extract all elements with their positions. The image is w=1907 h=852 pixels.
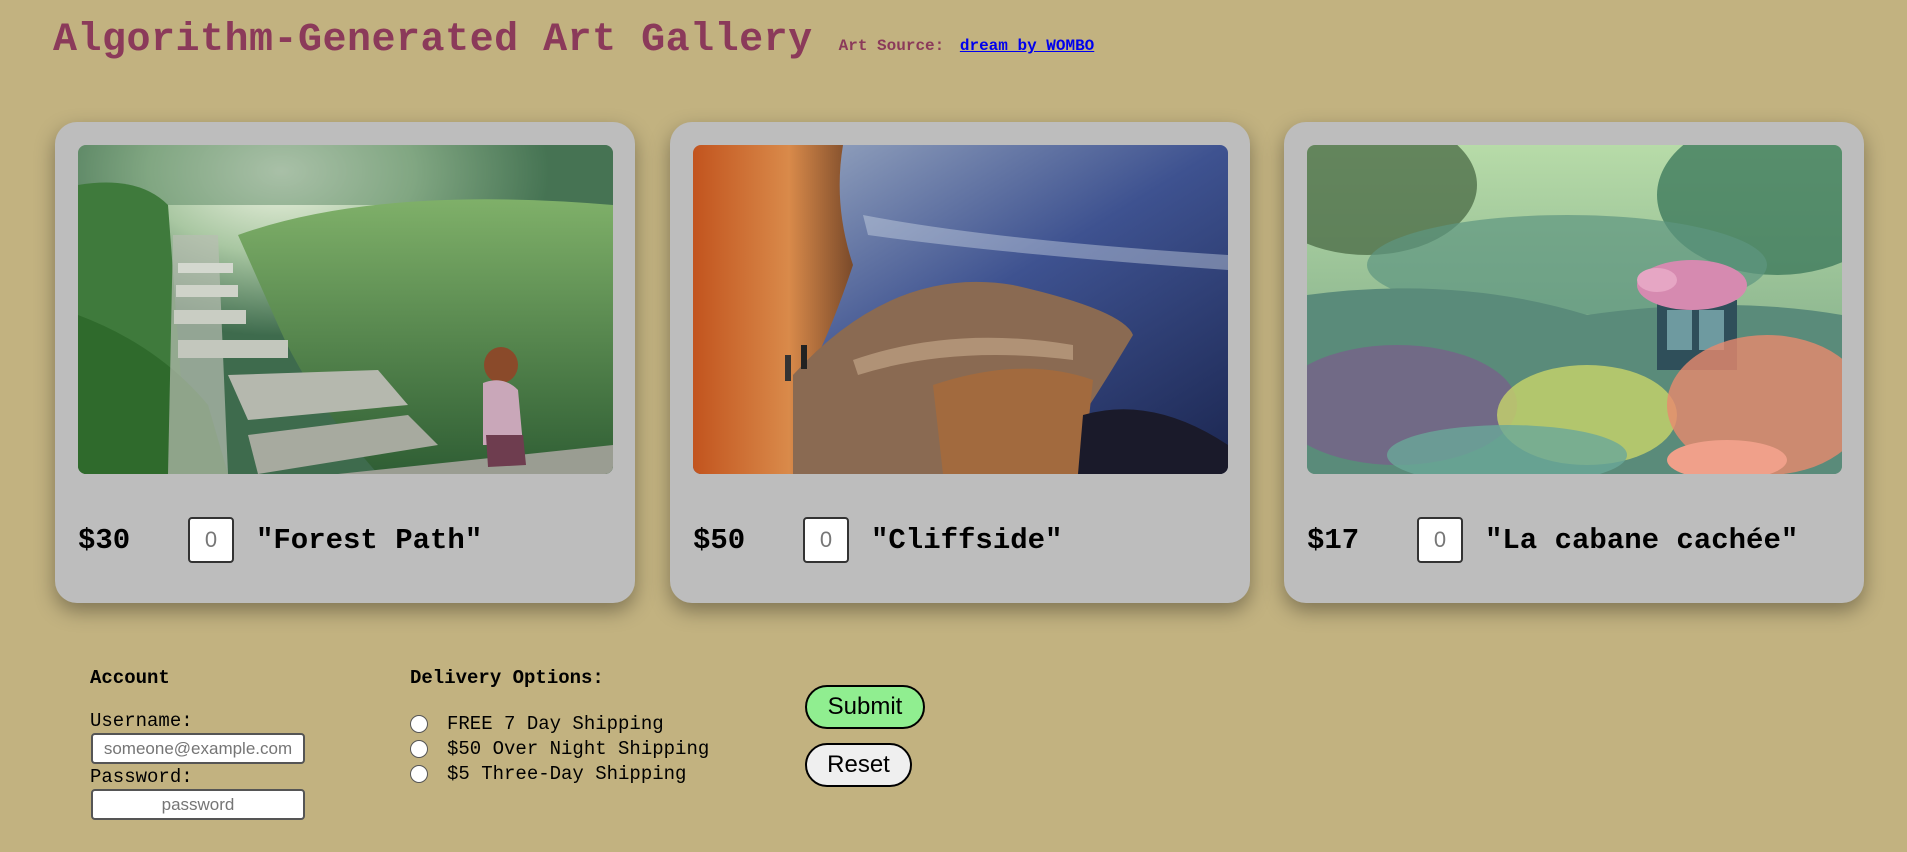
- delivery-option-free[interactable]: FREE 7 Day Shipping: [410, 713, 664, 735]
- page-title: Algorithm-Generated Art Gallery: [53, 18, 813, 63]
- reset-button[interactable]: Reset: [805, 743, 912, 787]
- artwork-card-forest-path: $30 0 "Forest Path": [55, 122, 635, 603]
- artwork-details: $17 0 "La cabane cachée": [1307, 515, 1798, 565]
- delivery-heading: Delivery Options:: [410, 667, 604, 689]
- delivery-option-label: $50 Over Night Shipping: [447, 738, 710, 760]
- quantity-input[interactable]: 0: [803, 517, 849, 563]
- artwork-price: $17: [1307, 523, 1360, 557]
- page-header: Algorithm-Generated Art Gallery Art Sour…: [53, 18, 1094, 63]
- delivery-option-label: FREE 7 Day Shipping: [447, 713, 664, 735]
- art-source-label: Art Source:: [838, 37, 945, 55]
- username-label: Username:: [90, 710, 193, 732]
- radio-button[interactable]: [410, 715, 428, 733]
- artwork-image-la-cabane-cachee: [1307, 145, 1842, 474]
- artwork-price: $30: [78, 523, 131, 557]
- artwork-details: $30 0 "Forest Path": [78, 515, 482, 565]
- username-input[interactable]: [91, 733, 305, 764]
- art-source-link[interactable]: dream by WOMBO: [960, 37, 1094, 55]
- delivery-option-overnight[interactable]: $50 Over Night Shipping: [410, 738, 709, 760]
- artwork-title: "Cliffside": [871, 523, 1063, 557]
- delivery-option-label: $5 Three-Day Shipping: [447, 763, 687, 785]
- password-input[interactable]: [91, 789, 305, 820]
- radio-button[interactable]: [410, 765, 428, 783]
- account-heading: Account: [90, 667, 170, 689]
- artwork-card-la-cabane-cachee: $17 0 "La cabane cachée": [1284, 122, 1864, 603]
- artwork-details: $50 0 "Cliffside": [693, 515, 1062, 565]
- art-source: Art Source: dream by WOMBO: [839, 37, 1095, 55]
- quantity-input[interactable]: 0: [188, 517, 234, 563]
- password-label: Password:: [90, 766, 193, 788]
- artwork-title: "La cabane cachée": [1485, 523, 1799, 557]
- artwork-image-cliffside: [693, 145, 1228, 474]
- quantity-input[interactable]: 0: [1417, 517, 1463, 563]
- artwork-card-cliffside: $50 0 "Cliffside": [670, 122, 1250, 603]
- submit-button[interactable]: Submit: [805, 685, 925, 729]
- radio-button[interactable]: [410, 740, 428, 758]
- artwork-image-forest-path: [78, 145, 613, 474]
- delivery-option-three-day[interactable]: $5 Three-Day Shipping: [410, 763, 686, 785]
- artwork-price: $50: [693, 523, 746, 557]
- artwork-title: "Forest Path": [256, 523, 483, 557]
